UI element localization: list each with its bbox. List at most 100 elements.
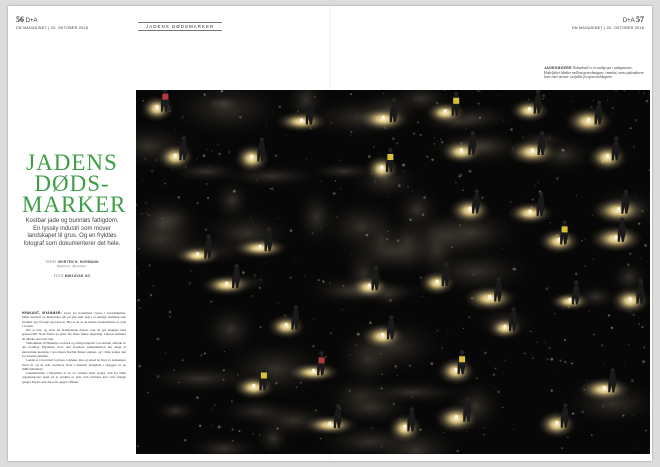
rubble-speck	[454, 125, 455, 127]
lamp-core	[527, 107, 532, 111]
rubble-speck	[336, 216, 338, 218]
rubble-speck	[144, 201, 147, 204]
miner-head	[562, 220, 567, 225]
page-number-left: 56	[16, 15, 24, 24]
rubble-speck	[459, 173, 463, 176]
lamp-core	[628, 297, 632, 301]
photo-credit-label: FOTO	[53, 274, 64, 278]
rubble-speck	[600, 344, 604, 347]
lamp-glow	[417, 269, 457, 297]
miner-head	[266, 227, 272, 232]
rubble-speck	[276, 427, 279, 430]
miner-head	[261, 366, 267, 371]
rubble-speck	[386, 196, 388, 198]
rubble-speck	[414, 98, 416, 100]
rubble-speck	[494, 367, 497, 370]
rubble-speck	[149, 294, 153, 297]
rubble-speck	[642, 360, 646, 364]
rubble-speck	[468, 169, 472, 173]
rubble-speck	[455, 181, 457, 184]
mining-night-photo	[136, 90, 650, 454]
rubble-speck	[148, 264, 152, 267]
text-credit-label: TEKST	[45, 260, 57, 264]
rubble-speck	[205, 182, 208, 186]
rubble-speck	[380, 387, 383, 390]
rubble-speck	[231, 327, 233, 329]
rubble-speck	[389, 298, 392, 302]
rubble-speck	[314, 96, 316, 98]
lamp-glow	[347, 274, 391, 300]
rubble-speck	[328, 281, 332, 285]
lamp-glow	[548, 291, 593, 312]
rubble-speck	[632, 414, 635, 416]
rubble-speck	[138, 364, 142, 368]
rubble-speck	[456, 449, 460, 453]
rubble-speck	[311, 232, 314, 235]
rubble-speck	[411, 190, 413, 193]
lamp-glow	[504, 137, 560, 167]
rubble-speck	[636, 154, 638, 156]
rubble-speck	[549, 137, 551, 139]
rubble-speck	[639, 277, 641, 280]
miner-head	[539, 130, 545, 136]
rubble-speck	[387, 230, 390, 233]
rubble-speck	[302, 261, 304, 263]
lamp-glow	[359, 322, 407, 351]
rubble-speck	[251, 294, 254, 297]
rubble-speck	[430, 362, 434, 366]
photo-illustration	[136, 90, 650, 454]
rubble-speck	[590, 434, 593, 436]
rubble-speck	[530, 354, 533, 356]
rubble-speck	[397, 184, 401, 187]
rubble-speck	[203, 93, 206, 96]
miner-head	[409, 407, 414, 412]
rubble-speck	[542, 94, 545, 98]
rubble-speck	[503, 119, 505, 121]
photo-caption: JADESØKERE Nattarbeid er et vanlig syn i…	[544, 66, 644, 80]
rubble-speck	[255, 204, 257, 206]
rubble-speck	[289, 229, 293, 233]
publication-left: DN MAGASINET | 20. OKTOBER 2018	[16, 26, 89, 30]
rubble-speck	[265, 262, 267, 264]
lamp-core	[530, 148, 534, 152]
lamp-glow	[486, 316, 524, 341]
photo-credit: FOTO MINZAYAR OO	[22, 274, 122, 278]
miner-shirt	[318, 357, 325, 364]
rubble-speck	[476, 90, 479, 93]
rubble-speck	[322, 280, 325, 283]
deck-text: Kostbar jade og bunnløs fattigdom. En ly…	[23, 218, 121, 247]
rubble-speck	[431, 158, 434, 161]
lamp-glow	[232, 142, 272, 175]
rubble-speck	[212, 101, 215, 104]
rubble-speck	[531, 356, 534, 360]
rubble-speck	[355, 343, 358, 347]
rubble-speck	[147, 214, 150, 217]
rubble-speck	[536, 341, 538, 343]
rubble-speck	[164, 182, 167, 185]
rubble-speck	[574, 272, 578, 276]
rubble-speck	[350, 253, 353, 256]
miner-shirt	[162, 93, 169, 100]
rubble-speck	[314, 409, 318, 412]
rubble-speck	[263, 265, 264, 267]
rubble-speck	[295, 386, 298, 389]
rubble-speck	[545, 287, 549, 291]
miner-head	[373, 266, 379, 271]
rubble-speck	[433, 142, 436, 145]
rubble-speck	[548, 347, 551, 350]
rubble-speck	[501, 248, 504, 250]
rubble-speck	[145, 213, 147, 215]
rubble-speck	[593, 333, 595, 336]
rubble-speck	[628, 397, 630, 399]
rubble-speck	[606, 99, 609, 102]
rubble-speck	[449, 229, 451, 231]
headline-line-1: JADENS	[26, 150, 118, 175]
rubble-speck	[412, 132, 416, 135]
rubble-speck	[320, 180, 322, 182]
rubble-speck	[137, 272, 140, 275]
rubble-speck	[365, 233, 369, 237]
rubble-speck	[211, 150, 213, 152]
rubble-speck	[231, 428, 234, 431]
ground-patch	[151, 399, 200, 423]
rubble-speck	[366, 403, 369, 406]
